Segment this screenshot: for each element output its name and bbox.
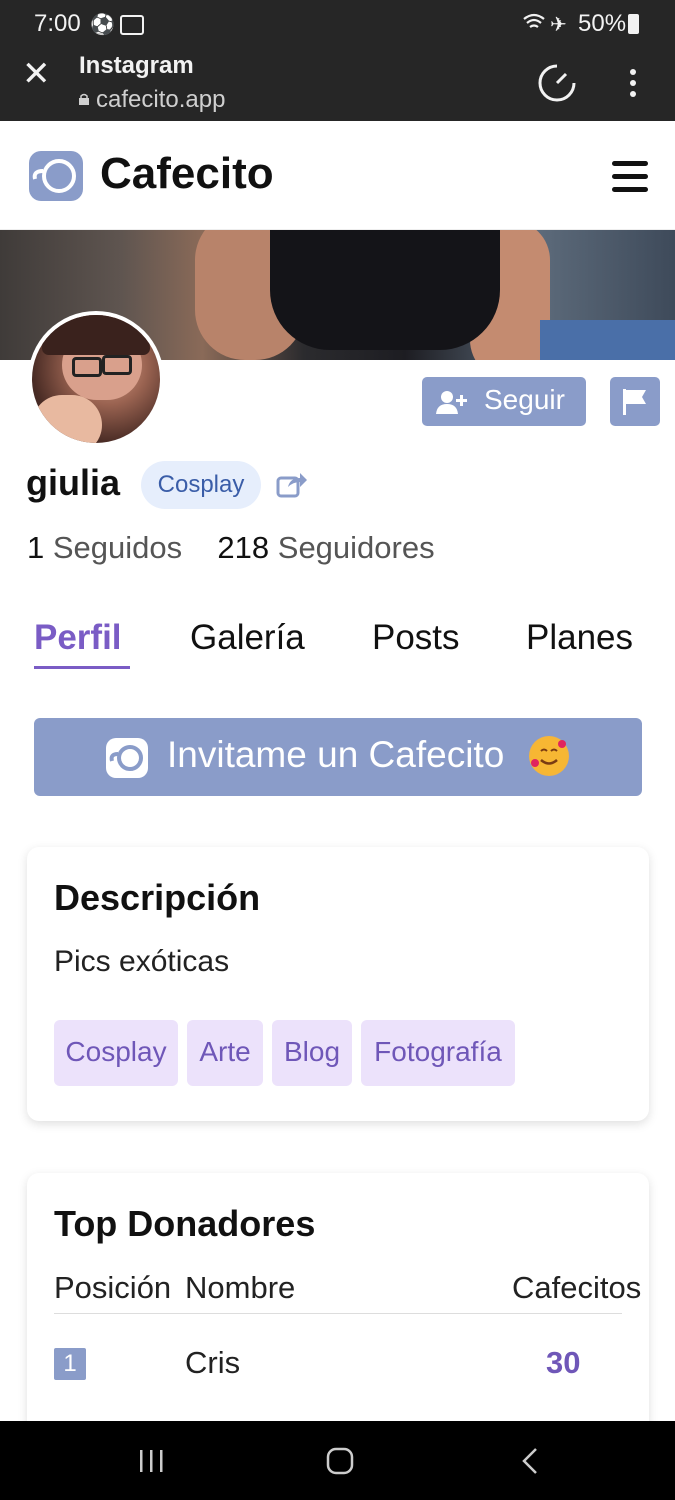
site-header: Cafecito — [0, 121, 675, 230]
flag-icon — [623, 389, 647, 420]
report-button[interactable] — [610, 377, 660, 426]
hamburger-menu-icon[interactable] — [612, 161, 648, 200]
column-header-position: Posición — [54, 1270, 172, 1305]
soccer-ball-icon: ⚽ — [90, 14, 115, 36]
battery-icon — [628, 14, 639, 34]
share-icon[interactable] — [276, 470, 308, 503]
browser-url[interactable]: cafecito.app — [96, 86, 225, 114]
browser-toolbar: ✕ Instagram cafecito.app — [0, 48, 675, 121]
username: giulia — [26, 462, 121, 503]
status-bar: 7:00 ⚽ ✈ 50% — [0, 0, 675, 48]
followers-label[interactable]: Seguidores — [278, 530, 435, 565]
tab-posts[interactable]: Posts — [372, 618, 460, 658]
rank-badge: 1 — [54, 1348, 86, 1380]
speedometer-icon[interactable] — [536, 62, 578, 109]
tab-perfil[interactable]: Perfil — [34, 618, 122, 658]
browser-title: Instagram — [79, 52, 194, 79]
invite-cafecito-button[interactable]: Invitame un Cafecito — [34, 718, 642, 796]
invite-cafecito-label: Invitame un Cafecito — [167, 734, 505, 775]
home-icon[interactable] — [326, 1447, 354, 1480]
lock-icon — [79, 92, 89, 105]
avatar — [28, 311, 164, 447]
status-time: 7:00 — [34, 10, 81, 37]
donor-name: Cris — [185, 1345, 241, 1380]
donor-cafecitos-count: 30 — [546, 1345, 581, 1380]
cafecito-logo-icon[interactable] — [27, 149, 85, 208]
screen-recorder-icon — [120, 15, 144, 35]
more-vert-icon[interactable] — [628, 68, 638, 103]
followers-count: 218 — [217, 530, 270, 565]
description-title: Descripción — [54, 877, 261, 918]
following-label[interactable]: Seguidos — [53, 530, 182, 565]
add-user-icon — [436, 389, 470, 422]
description-text: Pics exóticas — [54, 945, 230, 978]
tab-planes[interactable]: Planes — [526, 618, 633, 658]
tag-arte[interactable]: Arte — [187, 1020, 263, 1086]
wifi-icon — [522, 12, 546, 38]
column-header-name: Nombre — [185, 1270, 296, 1305]
follow-label: Seguir — [484, 384, 565, 415]
active-tab-indicator — [34, 666, 130, 669]
close-icon[interactable]: ✕ — [22, 54, 51, 94]
cafecito-cup-icon — [104, 737, 150, 788]
top-donors-card: Top Donadores Posición Nombre Cafecitos … — [27, 1173, 649, 1433]
tag-blog[interactable]: Blog — [272, 1020, 352, 1086]
description-card: Descripción Pics exóticas Cosplay Arte B… — [27, 847, 649, 1121]
tab-galeria[interactable]: Galería — [190, 618, 305, 658]
battery-percent: 50% — [578, 10, 627, 37]
follow-button[interactable]: Seguir — [422, 377, 586, 426]
category-badge[interactable]: Cosplay — [141, 461, 261, 509]
airplane-icon: ✈ — [550, 14, 567, 36]
top-donors-title: Top Donadores — [54, 1203, 316, 1244]
header-divider — [54, 1313, 622, 1314]
back-icon[interactable] — [520, 1447, 540, 1480]
smiling-hearts-emoji-icon — [529, 736, 569, 776]
tag-cosplay[interactable]: Cosplay — [54, 1020, 178, 1086]
system-nav-bar — [0, 1421, 675, 1500]
following-count: 1 — [27, 530, 45, 565]
recent-apps-icon[interactable] — [138, 1448, 164, 1479]
column-header-cafecitos: Cafecitos — [512, 1270, 642, 1305]
tag-fotografia[interactable]: Fotografía — [361, 1020, 515, 1086]
brand-name[interactable]: Cafecito — [100, 149, 274, 199]
follow-stats: 1 Seguidos 218 Seguidores — [27, 530, 435, 566]
